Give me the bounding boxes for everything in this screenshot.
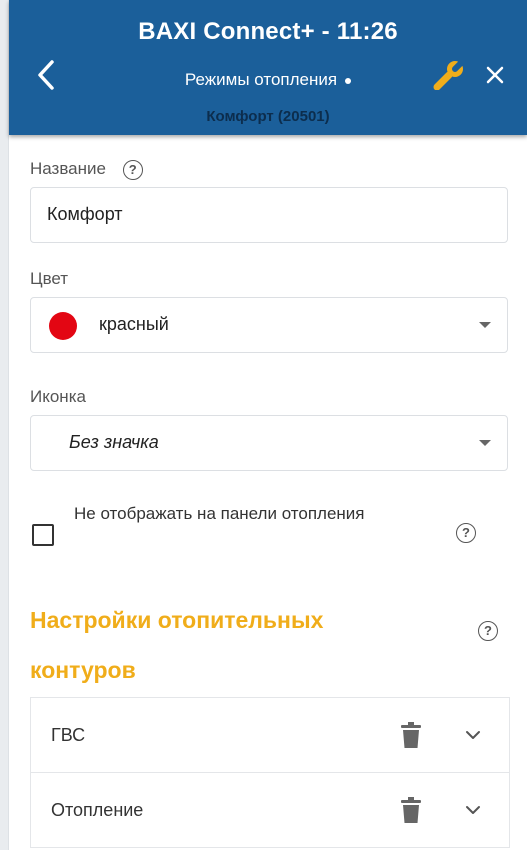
name-label: Название — [30, 159, 106, 178]
close-button[interactable] — [482, 62, 508, 88]
circuit-row-heating[interactable]: Отопление — [31, 773, 509, 848]
caret-down-icon — [479, 440, 491, 446]
settings-button[interactable] — [433, 58, 467, 91]
name-value: Комфорт — [47, 204, 123, 224]
page-subtitle-text: Режимы отопления — [184, 70, 338, 89]
circuits-list: ГВС Отопление — [30, 697, 510, 848]
close-icon — [486, 66, 504, 84]
circuit-label: ГВС — [51, 725, 86, 745]
name-field[interactable]: Комфорт — [30, 187, 508, 243]
trash-icon[interactable] — [401, 797, 421, 823]
circuit-row-dhw[interactable]: ГВС — [31, 698, 509, 773]
icon-label: Иконка — [30, 387, 86, 406]
circuits-section-title: Настройки отопительных контуров — [30, 607, 324, 683]
chevron-down-icon[interactable] — [463, 726, 483, 744]
icon-value: Без значка — [69, 432, 159, 452]
color-swatch — [49, 312, 77, 340]
app-header: BAXI Connect+ - 11:26 Режимы отопления К… — [9, 0, 527, 135]
caret-down-icon — [479, 322, 491, 328]
chevron-down-icon[interactable] — [463, 801, 483, 819]
hide-help-icon[interactable]: ? — [456, 523, 476, 543]
trash-icon[interactable] — [401, 722, 421, 748]
color-label: Цвет — [30, 269, 69, 288]
mode-breadcrumb: Комфорт (20501) — [206, 108, 330, 125]
hide-on-panel-checkbox[interactable] — [32, 524, 54, 546]
color-select[interactable]: красный — [30, 297, 508, 353]
name-label-row: Название ? — [30, 159, 143, 180]
wrench-icon — [433, 58, 466, 91]
circuit-label: Отопление — [51, 800, 144, 820]
left-edge-strip — [0, 0, 9, 850]
name-help-icon[interactable]: ? — [122, 160, 143, 180]
circuits-help-icon[interactable]: ? — [478, 621, 498, 641]
unsaved-dot-icon — [345, 77, 352, 84]
color-value: красный — [99, 314, 169, 334]
icon-select[interactable]: Без значка — [30, 415, 508, 471]
app-title: BAXI Connect+ - 11:26 — [138, 18, 398, 45]
hide-on-panel-label: Не отображать на панели отопления — [74, 504, 365, 523]
